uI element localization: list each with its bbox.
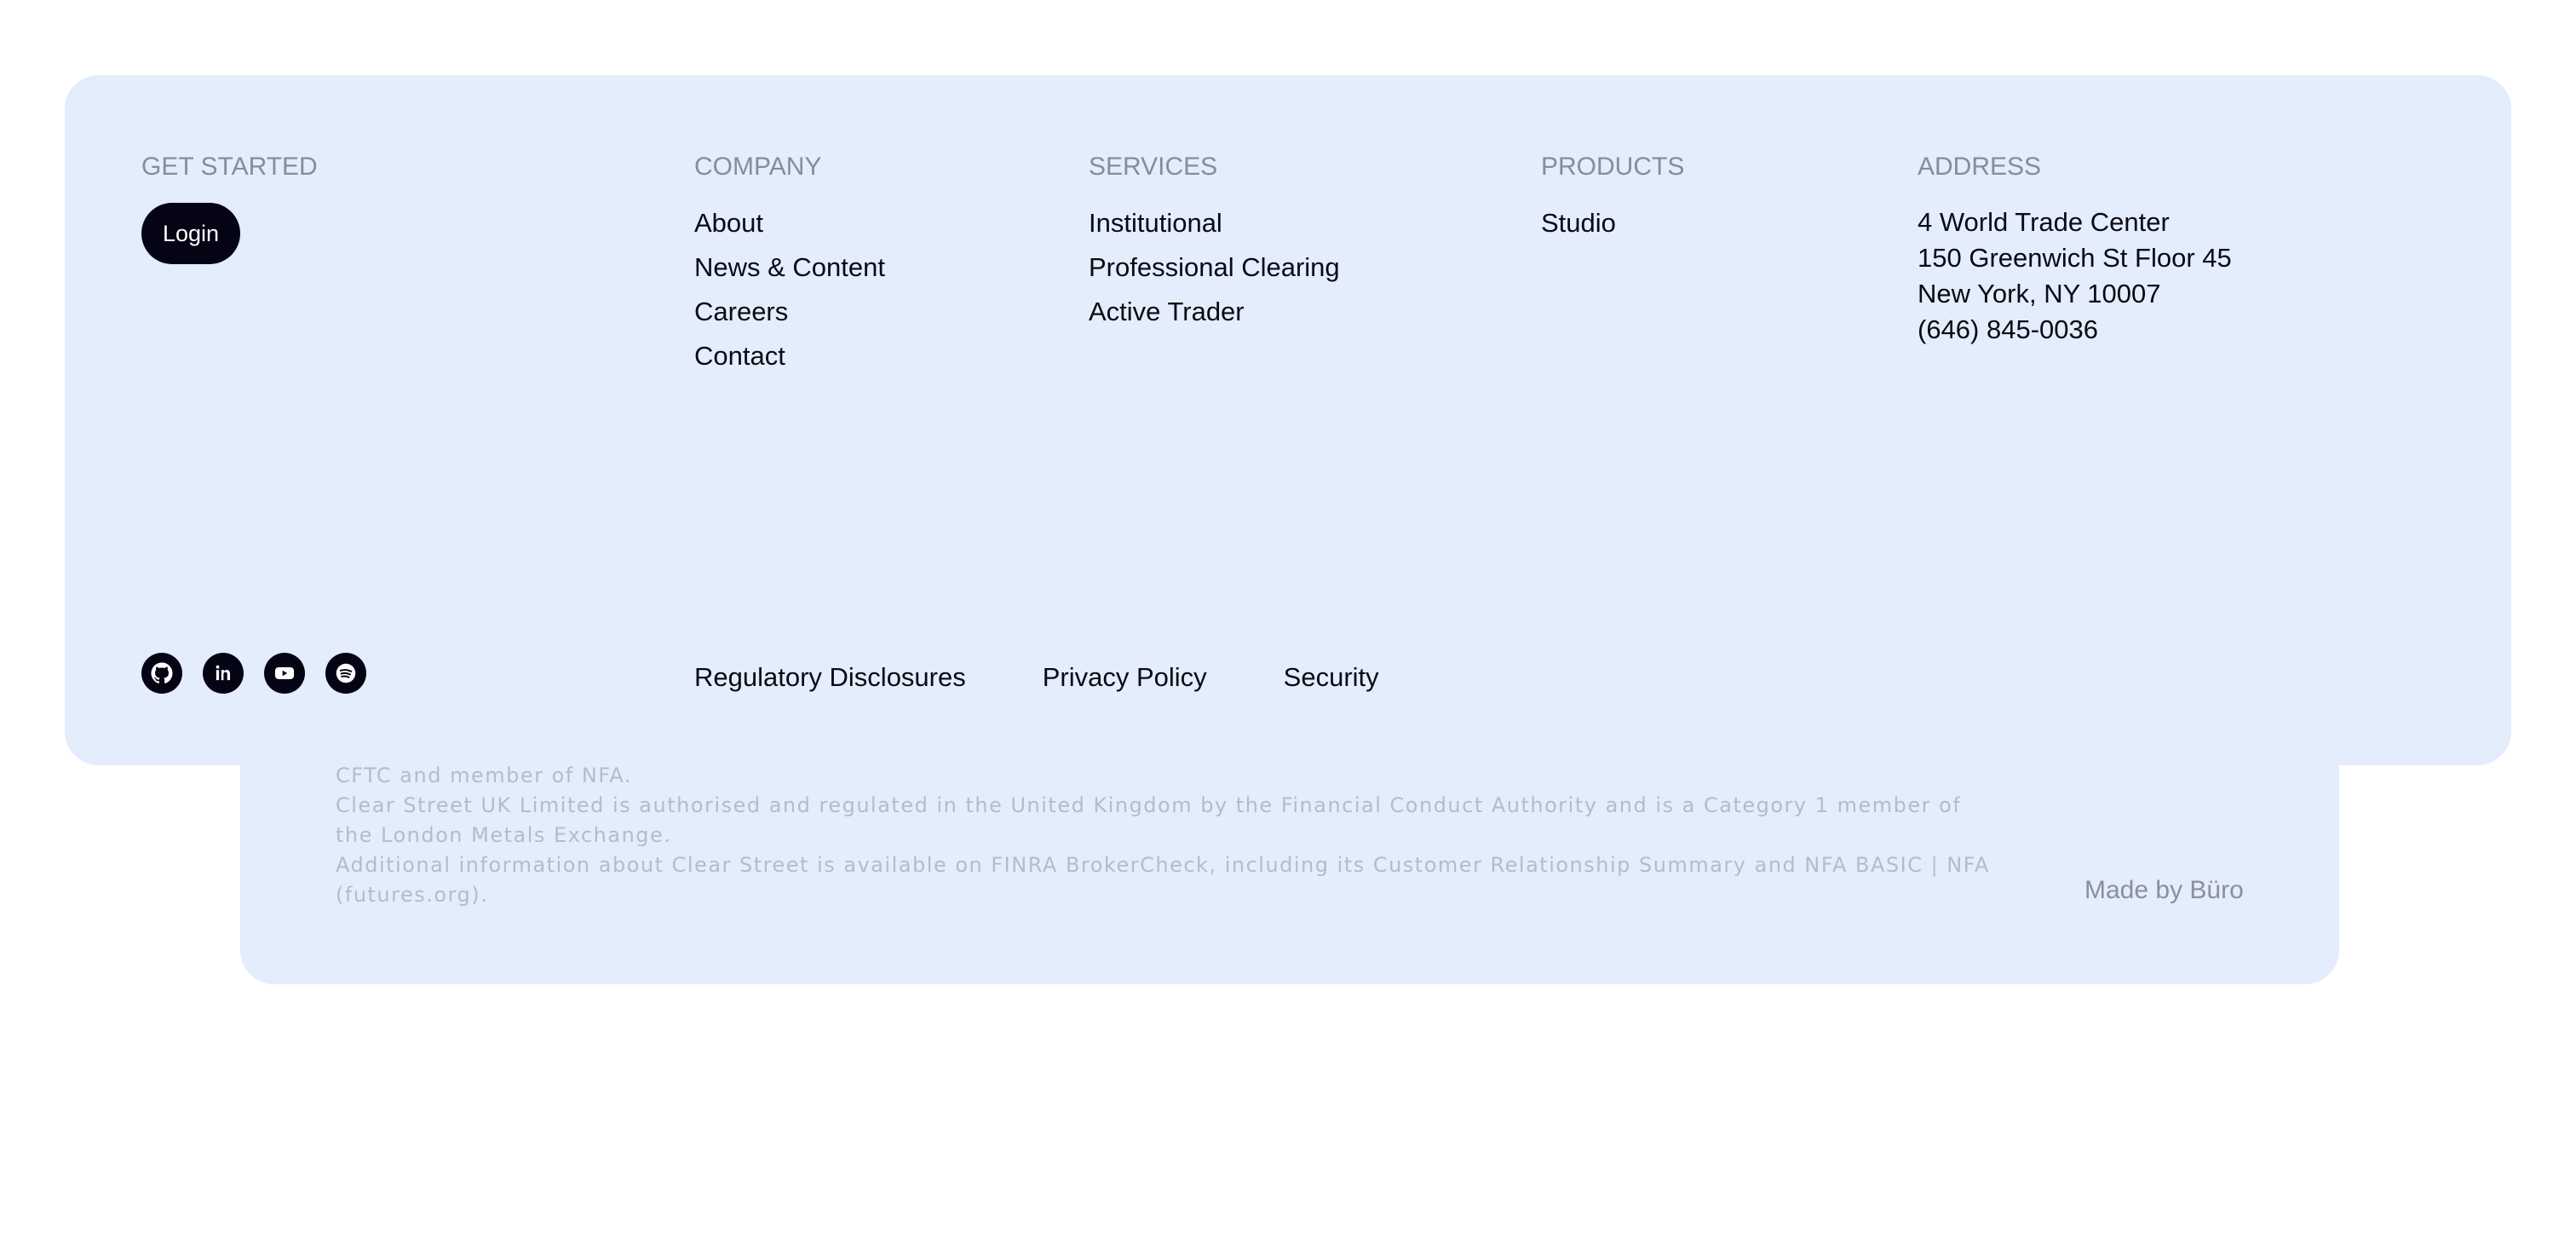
footer-link-studio[interactable]: Studio bbox=[1541, 201, 1684, 245]
get-started-column: GET STARTED Login bbox=[141, 152, 318, 264]
footer-bottom-nav: Regulatory Disclosures Privacy Policy Se… bbox=[694, 661, 1379, 694]
regulatory-disclosures-link[interactable]: Regulatory Disclosures bbox=[694, 661, 966, 694]
login-button[interactable]: Login bbox=[141, 203, 240, 264]
services-links: Institutional Professional Clearing Acti… bbox=[1089, 201, 1340, 334]
products-column: PRODUCTS Studio bbox=[1541, 152, 1684, 245]
address-phone-link[interactable]: (646) 845-0036 bbox=[1918, 312, 2232, 348]
footer-link-contact[interactable]: Contact bbox=[694, 334, 885, 378]
legal-paragraph: CFTC and member of NFA. bbox=[336, 764, 633, 787]
products-heading: PRODUCTS bbox=[1541, 153, 1685, 181]
services-heading: SERVICES bbox=[1089, 153, 1218, 181]
address-block: 4 World Trade Center 150 Greenwich St Fl… bbox=[1918, 205, 2232, 348]
legal-paragraph: Additional information about Clear Stree… bbox=[336, 853, 1990, 907]
address-column: ADDRESS 4 World Trade Center 150 Greenwi… bbox=[1918, 152, 2232, 348]
security-link[interactable]: Security bbox=[1284, 661, 1379, 694]
made-by-credit-link[interactable]: Made by Büro bbox=[2084, 876, 2244, 905]
company-heading: COMPANY bbox=[694, 153, 822, 181]
products-links: Studio bbox=[1541, 201, 1684, 245]
social-links bbox=[141, 653, 366, 694]
page: CFTC and member of NFA. Clear Street UK … bbox=[0, 0, 2576, 1251]
company-column: COMPANY About News & Content Careers Con… bbox=[694, 152, 885, 378]
services-column: SERVICES Institutional Professional Clea… bbox=[1089, 152, 1340, 334]
footer-link-professional-clearing[interactable]: Professional Clearing bbox=[1089, 245, 1340, 290]
company-links: About News & Content Careers Contact bbox=[694, 201, 885, 378]
address-street: 4 World Trade Center bbox=[1918, 207, 2170, 237]
spotify-icon[interactable] bbox=[325, 653, 366, 694]
footer-link-active-trader[interactable]: Active Trader bbox=[1089, 290, 1340, 334]
footer-card: GET STARTED Login COMPANY About News & C… bbox=[65, 75, 2511, 765]
get-started-heading: GET STARTED bbox=[141, 153, 318, 181]
legal-paragraph: Clear Street UK Limited is authorised an… bbox=[336, 793, 1962, 847]
youtube-icon[interactable] bbox=[264, 653, 305, 694]
footer-link-institutional[interactable]: Institutional bbox=[1089, 201, 1340, 245]
linkedin-icon[interactable] bbox=[203, 653, 244, 694]
footer-link-news-content[interactable]: News & Content bbox=[694, 245, 885, 290]
legal-disclosure-text: CFTC and member of NFA. Clear Street UK … bbox=[336, 761, 2005, 910]
address-city: New York, NY 10007 bbox=[1918, 279, 2161, 308]
address-floor: 150 Greenwich St Floor 45 bbox=[1918, 243, 2232, 273]
footer-link-careers[interactable]: Careers bbox=[694, 290, 885, 334]
privacy-policy-link[interactable]: Privacy Policy bbox=[1043, 661, 1207, 694]
footer-link-about[interactable]: About bbox=[694, 201, 885, 245]
github-icon[interactable] bbox=[141, 653, 182, 694]
address-heading: ADDRESS bbox=[1918, 153, 2042, 181]
